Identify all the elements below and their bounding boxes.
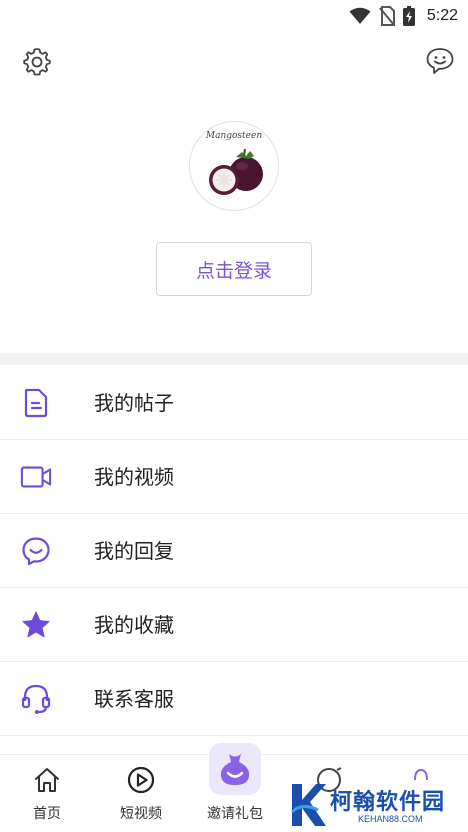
nav-item-home[interactable]: 首页 <box>0 755 94 832</box>
nav-item-invite-gift[interactable]: 邀请礼包 <box>188 743 282 832</box>
nav-label: 首页 <box>33 806 61 822</box>
nav-label: 邀请礼包 <box>207 806 263 822</box>
headset-icon <box>20 683 52 715</box>
menu-item-label: 联系客服 <box>94 687 174 711</box>
menu-item-label: 我的收藏 <box>94 613 174 637</box>
gift-bag-icon <box>209 743 261 795</box>
menu-item-my-replies[interactable]: 我的回复 <box>0 514 468 588</box>
settings-gear-icon <box>23 48 51 76</box>
nav-item-short-video[interactable]: 短视频 <box>94 755 188 832</box>
avatar[interactable]: Mangosteen <box>189 121 279 211</box>
messages-button[interactable] <box>423 44 457 78</box>
watermark: 柯翰软件园 KEHAN88.COM <box>288 780 460 830</box>
status-bar: 5:22 <box>0 0 468 32</box>
menu-item-label: 我的帖子 <box>94 391 174 415</box>
video-camera-icon <box>20 461 52 493</box>
chat-bubble-icon <box>426 48 454 74</box>
nav-label: 短视频 <box>120 806 162 822</box>
no-sim-icon <box>379 6 395 26</box>
reply-bubble-icon <box>20 535 52 567</box>
settings-button[interactable] <box>20 44 54 78</box>
watermark-logo-icon <box>290 784 326 826</box>
play-circle-icon <box>126 765 156 795</box>
home-icon <box>32 765 62 795</box>
wifi-icon <box>349 7 371 24</box>
star-icon <box>20 609 52 641</box>
watermark-subtext: KEHAN88.COM <box>358 814 423 824</box>
battery-charging-icon <box>402 6 415 26</box>
document-icon <box>20 387 52 419</box>
status-icons: 5:22 <box>349 4 458 28</box>
status-time: 5:22 <box>426 7 458 24</box>
menu-item-my-posts[interactable]: 我的帖子 <box>0 366 468 440</box>
menu-item-label: 我的视频 <box>94 465 174 489</box>
mangosteen-logo <box>209 148 263 195</box>
profile-page: 5:22 Mangosteen 点击登录 我的帖子 我的视频 我的回复 我的收藏… <box>0 0 468 832</box>
login-button[interactable]: 点击登录 <box>156 242 312 296</box>
menu-item-contact-support[interactable]: 联系客服 <box>0 662 468 736</box>
section-divider <box>0 353 468 365</box>
profile-menu: 我的帖子 我的视频 我的回复 我的收藏 联系客服 <box>0 366 468 736</box>
menu-item-my-videos[interactable]: 我的视频 <box>0 440 468 514</box>
menu-item-label: 我的回复 <box>94 539 174 563</box>
watermark-text: 柯翰软件园 <box>330 790 446 815</box>
menu-item-my-favorites[interactable]: 我的收藏 <box>0 588 468 662</box>
